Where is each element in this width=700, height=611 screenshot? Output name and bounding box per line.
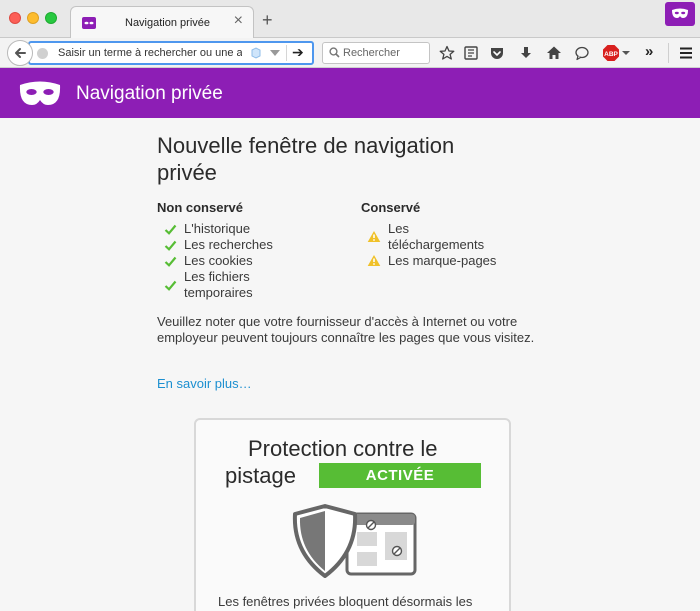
warning-icon (367, 231, 381, 242)
hamburger-menu-icon[interactable] (678, 45, 694, 61)
shield-blocked-content-icon (292, 504, 417, 578)
back-arrow-icon (15, 48, 26, 58)
reading-list-icon[interactable] (463, 45, 479, 61)
search-icon (329, 47, 340, 58)
go-arrow-icon[interactable]: ➔ (292, 44, 304, 61)
adblock-dropdown-icon[interactable] (622, 51, 630, 55)
not-saved-item: Les cookies (184, 253, 253, 268)
check-icon (164, 280, 177, 291)
title-bar: Navigation privée × + (0, 0, 700, 39)
search-input[interactable] (343, 46, 425, 60)
tracking-description: Les fenêtres privées bloquent désormais … (218, 594, 473, 609)
private-mask-icon (672, 8, 688, 18)
check-icon (164, 240, 177, 251)
downloads-icon[interactable] (518, 45, 534, 61)
tracking-protection-card: Protection contre le pistage ACTIVÉE Les… (194, 418, 511, 611)
tracking-title-line2: pistage (225, 463, 296, 488)
check-icon (164, 224, 177, 235)
url-separator (286, 45, 287, 61)
saved-heading: Conservé (361, 200, 421, 215)
overflow-menu-button[interactable]: » (645, 43, 653, 60)
window-maximize-button[interactable] (45, 12, 57, 24)
saved-item: Les téléchargements (388, 221, 485, 252)
home-icon[interactable] (546, 45, 562, 61)
private-mask-icon (82, 17, 96, 29)
pocket-icon[interactable] (489, 45, 505, 61)
chat-bubble-icon[interactable] (574, 45, 590, 61)
not-saved-item: Les fichiers temporaires (184, 269, 253, 300)
check-icon (164, 256, 177, 267)
new-tab-button[interactable]: + (262, 11, 273, 29)
not-saved-item: Les recherches (184, 237, 273, 252)
toolbar-separator (668, 43, 669, 63)
adblock-plus-icon[interactable]: ABP (602, 44, 620, 62)
tab-title: Navigation privée (125, 17, 210, 29)
window-close-button[interactable] (9, 12, 21, 24)
saved-item: Les marque-pages (388, 253, 497, 268)
tab-close-icon[interactable]: × (234, 13, 243, 29)
tracking-title-line1: Protection contre le (248, 436, 438, 461)
history-dropdown-icon[interactable] (270, 50, 280, 56)
page-title: Nouvelle fenêtre de navigation privée (157, 133, 455, 185)
tracking-status-badge[interactable]: ACTIVÉE (319, 463, 481, 488)
abp-label: ABP (604, 51, 618, 58)
warning-icon (367, 255, 381, 266)
not-saved-item: L'historique (184, 221, 251, 236)
navigation-toolbar: ➔ ABP » (0, 38, 700, 68)
back-button[interactable] (7, 40, 33, 66)
url-input[interactable] (58, 45, 242, 61)
reader-view-icon[interactable] (250, 47, 262, 59)
tab-private-browsing[interactable]: Navigation privée × (70, 6, 254, 39)
url-bar[interactable]: ➔ (28, 41, 314, 65)
private-browsing-indicator (665, 2, 695, 26)
private-browsing-header: Navigation privée (0, 68, 700, 118)
window-minimize-button[interactable] (27, 12, 39, 24)
learn-more-link[interactable]: En savoir plus… (157, 376, 252, 391)
private-mask-icon (19, 81, 61, 105)
search-bar[interactable] (322, 42, 430, 64)
header-title: Navigation privée (76, 83, 223, 104)
not-saved-heading: Non conservé (157, 200, 243, 215)
bookmark-star-icon[interactable] (439, 45, 455, 61)
isp-note: Veuillez noter que votre fournisseur d'a… (157, 314, 535, 345)
site-identity-icon[interactable] (37, 48, 48, 59)
